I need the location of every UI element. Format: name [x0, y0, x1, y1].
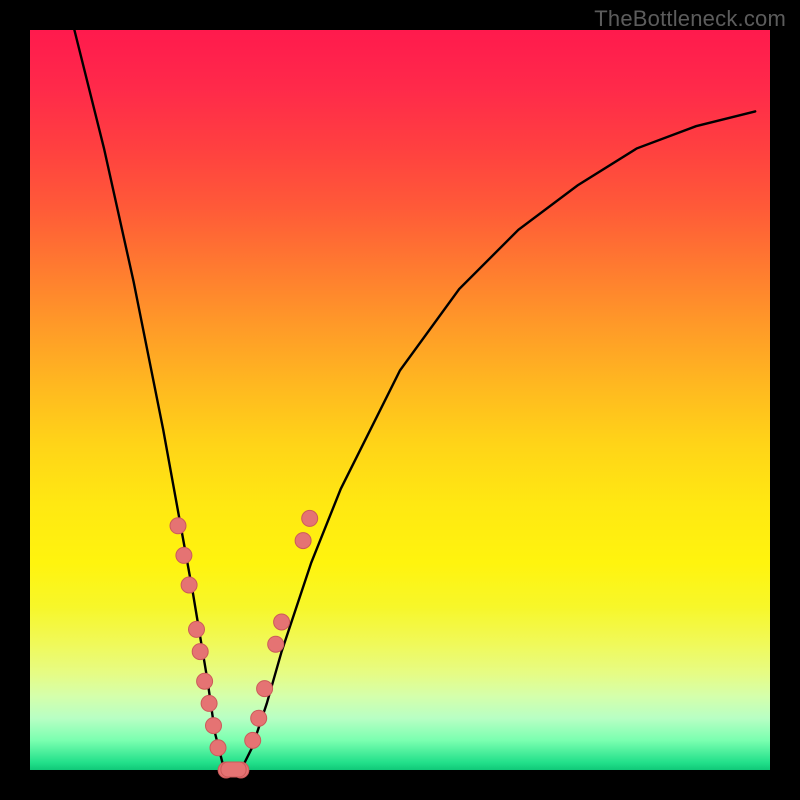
marker-dot: [206, 718, 222, 734]
marker-dot: [210, 740, 226, 756]
marker-dot: [268, 636, 284, 652]
watermark-text: TheBottleneck.com: [594, 6, 786, 32]
marker-dot: [201, 695, 217, 711]
marker-dot: [257, 681, 273, 697]
marker-dot: [251, 710, 267, 726]
plot-area: [30, 30, 770, 770]
marker-dot: [197, 673, 213, 689]
marker-dot: [192, 644, 208, 660]
marker-dot: [189, 621, 205, 637]
chart-frame: TheBottleneck.com: [0, 0, 800, 800]
marker-dot: [181, 577, 197, 593]
curve-layer: [30, 30, 770, 770]
min-flat-segment: [221, 762, 246, 777]
marker-dot: [302, 510, 318, 526]
marker-dot: [170, 518, 186, 534]
marker-group: [170, 510, 318, 778]
marker-dot: [274, 614, 290, 630]
marker-dot: [295, 533, 311, 549]
marker-dot: [176, 547, 192, 563]
bottleneck-curve: [74, 30, 755, 770]
marker-dot: [245, 732, 261, 748]
